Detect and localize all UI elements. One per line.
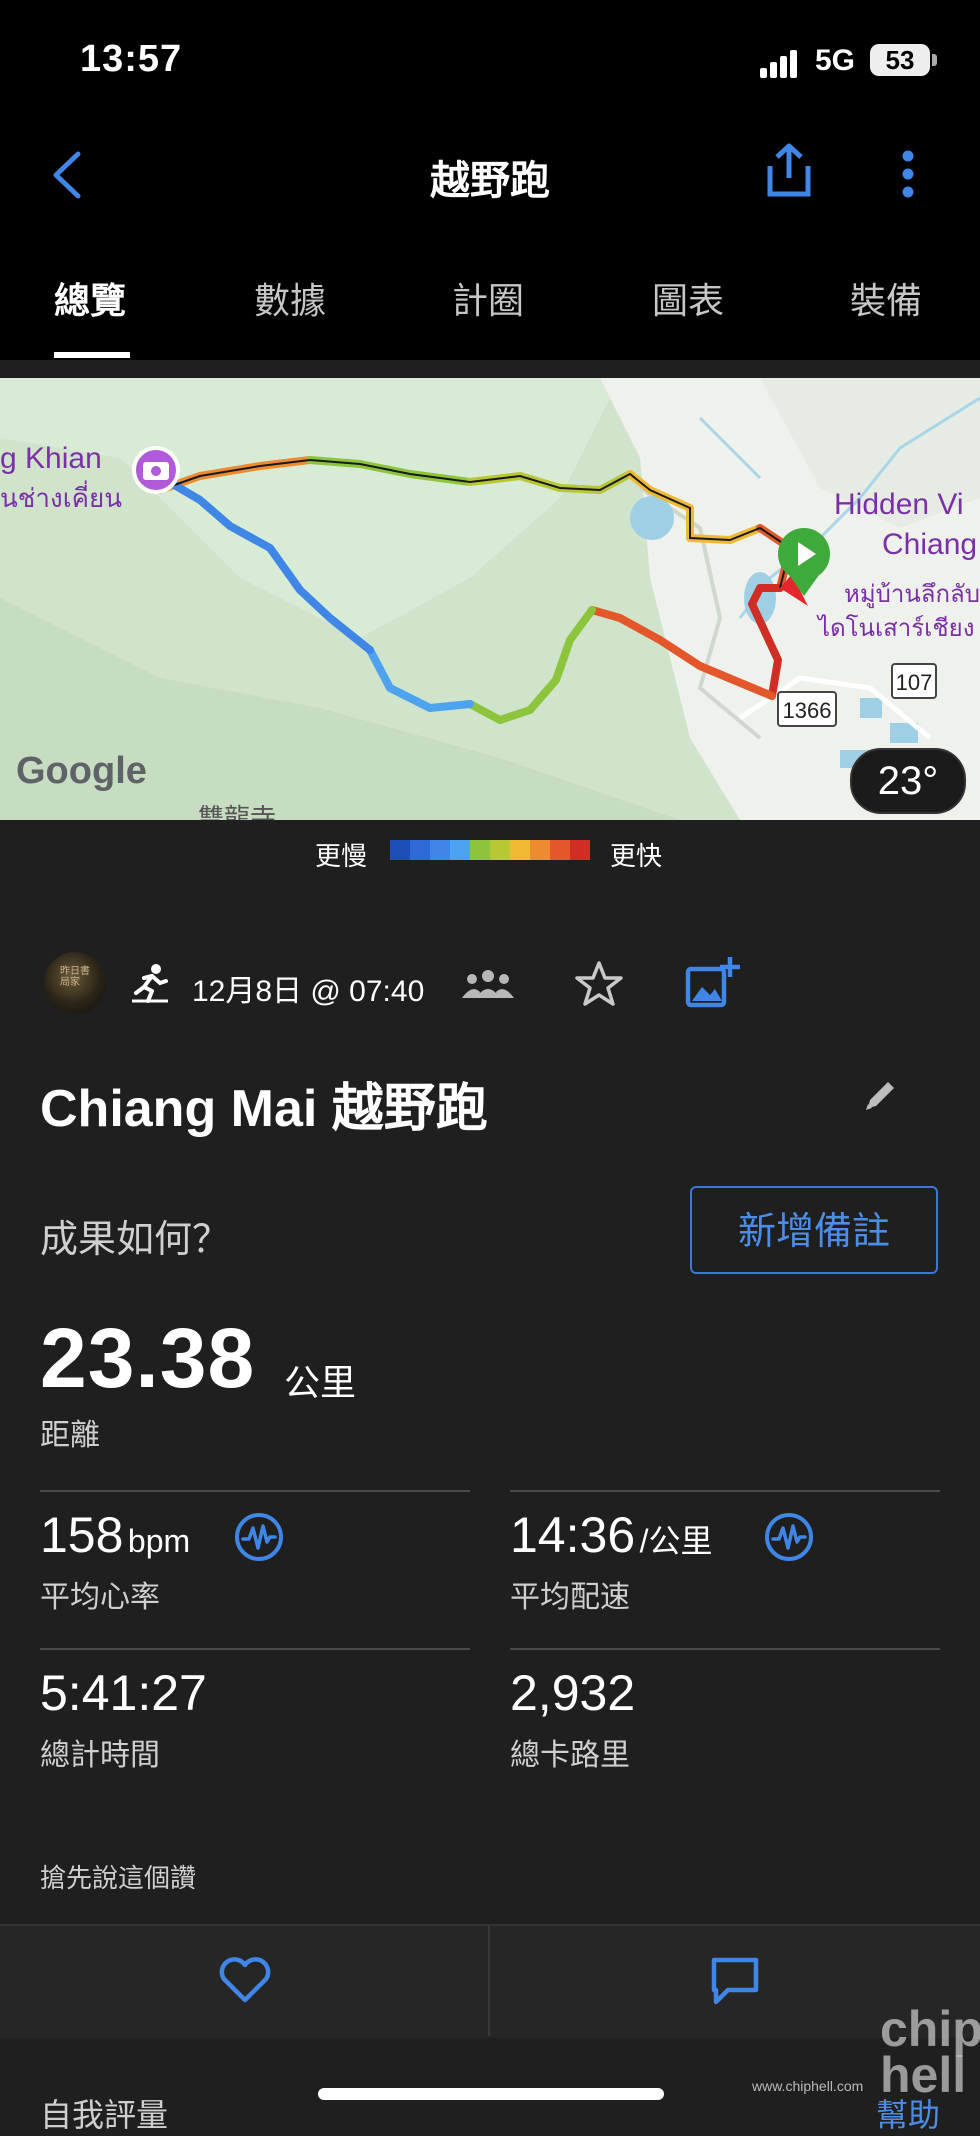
pace-color-swatch — [390, 840, 410, 860]
pace-color-swatch — [410, 840, 430, 860]
network-type: 5G — [815, 44, 856, 77]
pace-color-swatch — [490, 840, 510, 860]
divider — [40, 1490, 470, 1492]
page-title: 越野跑 — [430, 159, 550, 203]
self-evaluation-heading: 自我評量 — [40, 2097, 169, 2133]
avg-hr-stat: 158 bpm — [40, 1506, 190, 1564]
map-label-chiang: Chiang — [882, 528, 978, 561]
heart-icon[interactable] — [218, 1956, 272, 2004]
avg-hr-unit: bpm — [127, 1523, 191, 1559]
avg-hr-label: 平均心率 — [40, 1581, 160, 1614]
avatar-lettering: 昨日書局家 — [60, 966, 90, 988]
share-icon[interactable] — [764, 142, 814, 200]
tab-charts[interactable]: 圖表 — [652, 272, 724, 324]
add-photo-icon[interactable] — [684, 955, 740, 1011]
comment-icon[interactable] — [710, 1956, 760, 2006]
total-time-label: 總計時間 — [40, 1739, 160, 1772]
avg-pace-value: 14:36 — [510, 1507, 636, 1563]
add-note-button[interactable]: 新增備註 — [690, 1186, 938, 1274]
distance-unit: 公里 — [284, 1362, 357, 1403]
like-prompt: 搶先說這個讚 — [40, 1863, 197, 1893]
more-vertical-icon[interactable] — [900, 148, 916, 200]
legend-slower: 更慢 — [315, 841, 368, 871]
signal-icon — [760, 50, 797, 78]
avg-hr-value: 158 — [40, 1507, 124, 1563]
tab-gear[interactable]: 裝備 — [850, 272, 922, 324]
pace-color-swatch — [430, 840, 450, 860]
divider — [510, 1490, 940, 1492]
divider — [510, 1648, 940, 1650]
battery-icon: 53 — [870, 44, 930, 76]
star-icon[interactable] — [574, 960, 624, 1008]
map-label-place-th: นช่างเคี่ยน — [0, 483, 123, 513]
pace-color-swatch — [570, 840, 590, 860]
activity-title: Chiang Mai 越野跑 — [40, 1080, 488, 1138]
route-map[interactable]: g Khian นช่างเคี่ยน Hidden Vi Chiang หมู… — [0, 378, 980, 820]
pace-color-scale — [390, 840, 590, 860]
divider — [40, 1648, 470, 1650]
avg-pace-label: 平均配速 — [510, 1581, 630, 1614]
status-time: 13:57 — [80, 38, 183, 80]
google-logo: Google — [16, 750, 147, 792]
pace-info-icon[interactable] — [764, 1512, 814, 1562]
pace-color-swatch — [550, 840, 570, 860]
tab-laps[interactable]: 計圈 — [452, 272, 524, 324]
temperature-badge: 23° — [850, 748, 966, 814]
home-indicator[interactable] — [318, 2088, 664, 2100]
heart-rate-info-icon[interactable] — [234, 1512, 284, 1562]
map-label-place-en: g Khian — [0, 442, 102, 475]
road-number-107: 107 — [895, 670, 933, 695]
feeling-prompt: 成果如何？ — [40, 1219, 231, 1261]
pace-color-swatch — [530, 840, 550, 860]
road-number-1366: 1366 — [782, 698, 832, 723]
tab-data[interactable]: 數據 — [254, 272, 326, 324]
legend-faster: 更快 — [610, 841, 663, 871]
watermark-url: www.chiphell.com — [752, 2078, 864, 2094]
tab-indicator — [54, 352, 130, 358]
distance-value: 23.38 — [40, 1311, 256, 1405]
calories-value: 2,932 — [510, 1665, 636, 1721]
total-time-value: 5:41:27 — [40, 1665, 207, 1721]
trail-run-icon — [132, 964, 168, 1003]
group-icon[interactable] — [462, 968, 514, 1000]
divider — [0, 360, 980, 378]
pace-color-swatch — [510, 840, 530, 860]
map-canvas — [0, 378, 980, 820]
calories-label: 總卡路里 — [510, 1739, 630, 1772]
tab-overview[interactable]: 總覽 — [54, 272, 126, 324]
action-bar — [0, 1924, 980, 2038]
map-label-hidden: Hidden Vi — [834, 488, 964, 521]
avg-pace-stat: 14:36 /公里 — [510, 1506, 712, 1564]
activity-datetime: 12月8日 @ 07:40 — [192, 975, 425, 1008]
distance-label: 距離 — [40, 1419, 100, 1452]
divider — [488, 1924, 490, 2036]
pace-color-swatch — [450, 840, 470, 860]
avg-pace-unit: /公里 — [639, 1523, 713, 1559]
map-label-temple: 雙龍寺 — [198, 803, 277, 820]
battery-tip — [932, 54, 937, 66]
map-label-th-2: ไดโนเสาร์เชียง — [818, 615, 975, 642]
watermark-logo: chip hell — [880, 2001, 980, 2103]
pace-color-swatch — [470, 840, 490, 860]
pencil-icon[interactable] — [862, 1076, 900, 1114]
